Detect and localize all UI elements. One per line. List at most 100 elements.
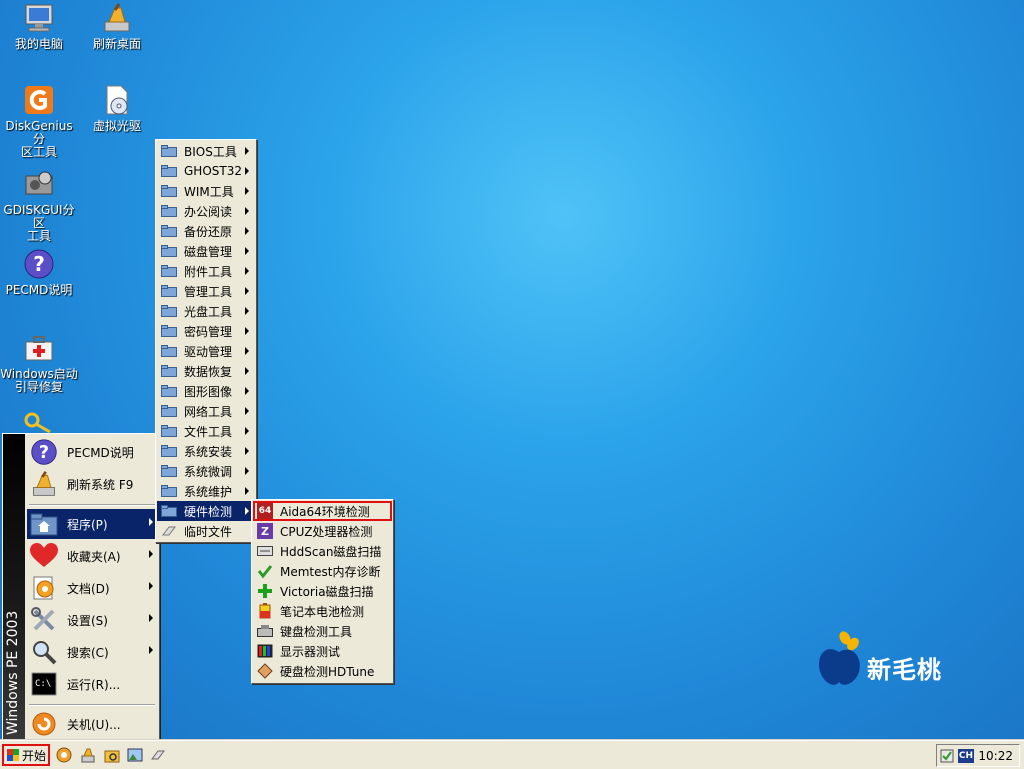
brand-logo: 新毛桃 — [815, 630, 965, 690]
documents-icon — [29, 574, 59, 602]
system-tray: CH 10:22 — [936, 744, 1020, 767]
brand-name: 新毛桃 — [867, 656, 942, 684]
programs-item-password[interactable]: 密码管理 — [157, 321, 255, 341]
programs-item-hardware-detect[interactable]: 硬件检测 — [157, 501, 255, 521]
start-item-settings[interactable]: 设置(S) — [27, 605, 157, 635]
programs-item-graphics[interactable]: 图形图像 — [157, 381, 255, 401]
start-item-pecmd-help[interactable]: ? PECMD说明 — [27, 437, 157, 467]
hardware-item-label: Memtest内存诊断 — [280, 564, 381, 579]
start-button[interactable]: 开始 — [2, 744, 50, 766]
folder-icon — [161, 185, 177, 197]
start-item-label: 搜索(C) — [67, 645, 109, 660]
start-item-shutdown[interactable]: 关机(U)... — [27, 709, 157, 739]
green-cross-icon — [257, 583, 273, 599]
programs-item-label: 附件工具 — [184, 264, 233, 279]
programs-item-file-tools[interactable]: 文件工具 — [157, 421, 255, 441]
programs-folder-icon — [29, 510, 59, 538]
programs-item-system-tweak[interactable]: 系统微调 — [157, 461, 255, 481]
folder-icon — [161, 425, 177, 437]
desktop-icon-refresh-desktop[interactable]: 刷新桌面 — [78, 2, 156, 51]
svg-text:?: ? — [33, 252, 45, 276]
programs-item-label: 系统维护 — [184, 484, 233, 499]
programs-item-system-maintenance[interactable]: 系统维护 — [157, 481, 255, 501]
start-item-label: 关机(U)... — [67, 717, 121, 732]
hardware-item-victoria[interactable]: Victoria磁盘扫描 — [253, 581, 392, 601]
start-item-favorites[interactable]: 收藏夹(A) — [27, 541, 157, 571]
desktop-icon-pecmd-help[interactable]: ? PECMD说明 — [0, 248, 78, 297]
programs-item-office[interactable]: 办公阅读 — [157, 201, 255, 221]
programs-item-drivers[interactable]: 驱动管理 — [157, 341, 255, 361]
programs-item-network[interactable]: 网络工具 — [157, 401, 255, 421]
svg-text:C:\: C:\ — [35, 679, 51, 689]
hardware-item-label: Aida64环境检测 — [280, 504, 370, 519]
heart-icon — [29, 542, 59, 570]
taskbar: 开始 CH 10:22 — [0, 740, 1024, 769]
programs-item-wim-tools[interactable]: WIM工具 — [157, 181, 255, 201]
programs-item-disc-tools[interactable]: 光盘工具 — [157, 301, 255, 321]
desktop-icon-label: DiskGenius分 区工具 — [5, 119, 73, 159]
programs-item-temp-files[interactable]: 临时文件 — [157, 521, 255, 541]
programs-item-label: 光盘工具 — [184, 304, 233, 319]
quicklaunch-explorer-icon[interactable] — [104, 747, 120, 763]
programs-item-admin-tools[interactable]: 管理工具 — [157, 281, 255, 301]
start-item-search[interactable]: 搜索(C) — [27, 637, 157, 667]
broom-icon — [101, 2, 133, 34]
desktop-icon-gdiskgui[interactable]: GDISKGUI分区 工具 — [0, 168, 78, 243]
programs-item-label: 驱动管理 — [184, 344, 233, 359]
start-item-programs[interactable]: 程序(P) — [27, 509, 157, 539]
start-item-run[interactable]: C:\ 运行(R)... — [27, 669, 157, 699]
windows-flag-icon — [7, 749, 19, 761]
programs-item-bios-tools[interactable]: BIOS工具 — [157, 141, 255, 161]
programs-item-accessories[interactable]: 附件工具 — [157, 261, 255, 281]
folder-icon — [161, 405, 177, 417]
hardware-item-cpuz[interactable]: Z CPUZ处理器检测 — [253, 521, 392, 541]
folder-icon — [161, 325, 177, 337]
help-icon: ? — [29, 438, 59, 466]
hardware-item-hddscan[interactable]: HddScan磁盘扫描 — [253, 541, 392, 561]
submenu-arrow-icon — [245, 427, 249, 435]
folder-icon — [161, 365, 177, 377]
programs-item-ghost32[interactable]: GHOST32 — [157, 161, 255, 181]
folder-icon — [161, 345, 177, 357]
quicklaunch-cleanup-icon[interactable] — [80, 747, 96, 763]
hardware-item-memtest[interactable]: Memtest内存诊断 — [253, 561, 392, 581]
submenu-arrow-icon — [245, 147, 249, 155]
first-aid-kit-icon — [23, 332, 55, 364]
help-icon: ? — [23, 248, 55, 280]
desktop-icon-diskgenius[interactable]: DiskGenius分 区工具 — [0, 84, 78, 159]
start-menu-banner-text: Windows PE 2003 — [5, 610, 21, 735]
programs-item-label: WIM工具 — [184, 184, 234, 199]
programs-item-system-install[interactable]: 系统安装 — [157, 441, 255, 461]
programs-item-disk-management[interactable]: 磁盘管理 — [157, 241, 255, 261]
hardware-item-keyboard[interactable]: 键盘检测工具 — [253, 621, 392, 641]
programs-item-data-recovery[interactable]: 数据恢复 — [157, 361, 255, 381]
hardware-item-battery[interactable]: 笔记本电池检测 — [253, 601, 392, 621]
shutdown-icon — [29, 710, 59, 738]
hardware-item-label: 键盘检测工具 — [280, 624, 353, 639]
hardware-item-aida64[interactable]: 64 Aida64环境检测 — [253, 501, 392, 521]
network-tray-icon[interactable] — [940, 749, 954, 763]
programs-item-backup[interactable]: 备份还原 — [157, 221, 255, 241]
start-item-label: 运行(R)... — [67, 677, 121, 692]
desktop-icon-boot-repair[interactable]: Windows启动 引导修复 — [0, 332, 78, 394]
submenu-arrow-icon — [245, 507, 249, 515]
desktop-icon-virtual-drive[interactable]: 虚拟光驱 — [78, 84, 156, 133]
start-menu-side-banner: Windows PE 2003 — [3, 434, 25, 741]
start-item-refresh-system[interactable]: 刷新系统 F9 — [27, 469, 157, 499]
quicklaunch-eraser-icon[interactable] — [150, 747, 166, 763]
hardware-item-monitor-test[interactable]: 显示器测试 — [253, 641, 392, 661]
desktop-icon-my-computer[interactable]: 我的电脑 — [0, 2, 78, 51]
submenu-arrow-icon — [245, 467, 249, 475]
programs-item-label: 硬件检测 — [184, 504, 233, 519]
language-indicator[interactable]: CH — [958, 748, 974, 763]
start-item-documents[interactable]: 文档(D) — [27, 573, 157, 603]
quicklaunch-gallery-icon[interactable] — [127, 747, 143, 763]
submenu-arrow-icon — [245, 407, 249, 415]
folder-icon — [161, 305, 177, 317]
hardware-item-hdtune[interactable]: 硬盘检测HDTune — [253, 661, 392, 681]
menu-separator — [29, 704, 155, 706]
clock[interactable]: 10:22 — [978, 749, 1013, 763]
programs-item-label: 备份还原 — [184, 224, 233, 239]
quicklaunch-browser-icon[interactable] — [56, 747, 72, 763]
computer-icon — [23, 2, 55, 34]
